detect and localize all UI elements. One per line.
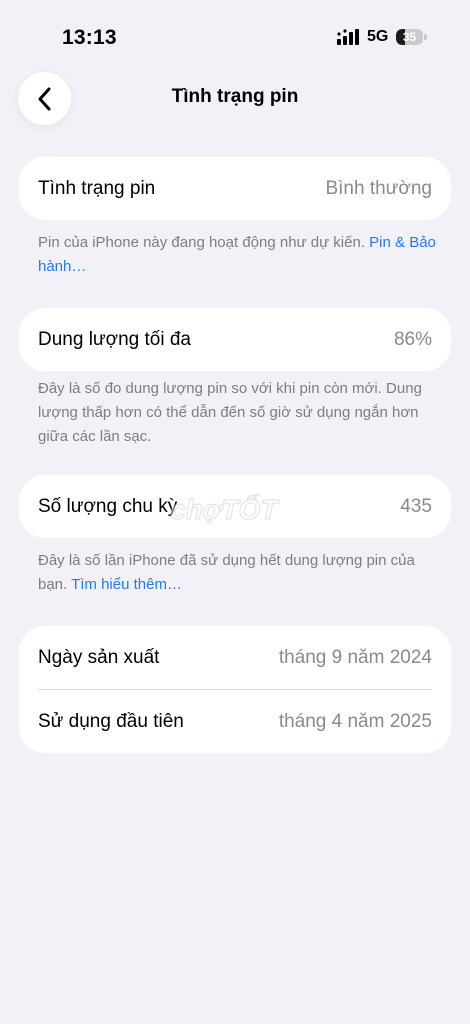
battery-health-row: Tình trạng pin Bình thường [19, 157, 451, 220]
max-capacity-card: Dung lượng tối đa 86% [19, 308, 451, 371]
manufacture-date-value: tháng 9 năm 2024 [278, 646, 432, 668]
network-type-label: 5G [367, 28, 389, 45]
max-capacity-value: 86% [393, 328, 432, 350]
first-use-value: tháng 4 năm 2025 [278, 710, 432, 732]
cycle-count-label: Số lượng chu kỳ [38, 495, 178, 517]
battery-icon: 35 [396, 28, 428, 46]
battery-health-value: Bình thường [325, 177, 432, 199]
status-time: 13:13 [62, 26, 117, 49]
battery-health-note: Pin của iPhone này đang hoạt động như dự… [38, 231, 438, 279]
battery-level: 35 [402, 30, 417, 44]
battery-health-note-text: Pin của iPhone này đang hoạt động như dự… [38, 234, 370, 251]
battery-health-card: Tình trạng pin Bình thường [19, 157, 451, 220]
manufacture-date-row: Ngày sản xuất tháng 9 năm 2024 [19, 626, 451, 689]
dates-card: Ngày sản xuất tháng 9 năm 2024 Sử dụng đ… [19, 626, 451, 753]
max-capacity-label: Dung lượng tối đa [38, 328, 191, 350]
cycle-count-note: Đây là số lần iPhone đã sử dụng hết dung… [38, 549, 438, 597]
page-title: Tình trạng pin [171, 86, 299, 107]
watermark-logo: chợTỐT [169, 492, 281, 525]
status-bar: 13:13 5G 35 [0, 0, 470, 76]
learn-more-link[interactable]: Tìm hiểu thêm… [71, 576, 182, 593]
max-capacity-note: Đây là số đo dung lượng pin so với khi p… [38, 380, 422, 445]
battery-health-label: Tình trạng pin [38, 177, 156, 199]
watermark-text: chợTỐT [170, 493, 280, 525]
cycle-count-value: 435 [400, 495, 432, 517]
first-use-label: Sử dụng đầu tiên [38, 710, 184, 732]
max-capacity-row: Dung lượng tối đa 86% [19, 308, 451, 371]
manufacture-date-label: Ngày sản xuất [38, 646, 160, 668]
signal-bars-icon [337, 29, 359, 45]
first-use-row: Sử dụng đầu tiên tháng 4 năm 2025 [19, 690, 451, 753]
